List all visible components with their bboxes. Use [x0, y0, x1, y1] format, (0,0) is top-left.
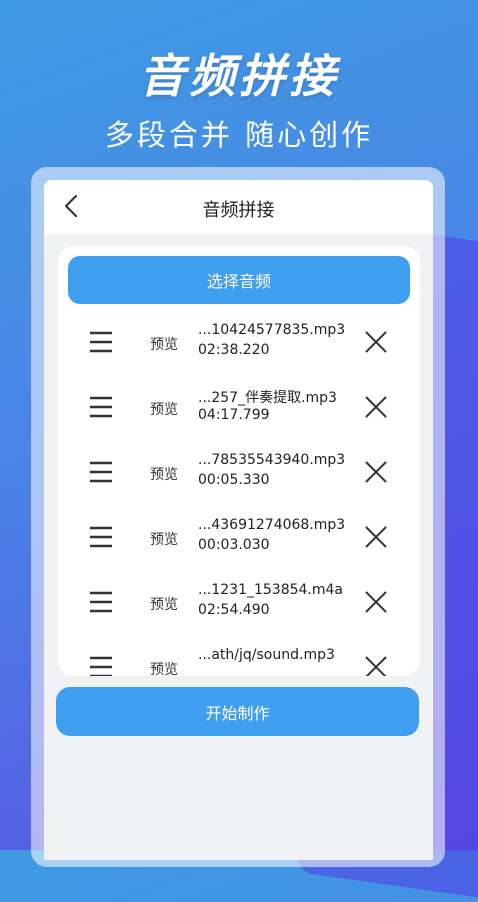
close-icon[interactable]: [364, 330, 388, 354]
top-bar: 音频拼接: [44, 180, 433, 234]
file-name: ...ath/jq/sound.mp3: [198, 647, 335, 663]
file-name: ...257_伴奏提取.mp3: [198, 390, 337, 406]
file-name: ...1231_153854.m4a: [198, 582, 343, 598]
list-item[interactable]: 预览 ...257_伴奏提取.mp3 04:17.799: [58, 381, 420, 446]
file-duration: 02:54.490: [198, 602, 270, 618]
file-duration: 02:38.220: [198, 342, 270, 358]
close-icon[interactable]: [364, 460, 388, 484]
hero-subtitle: 多段合并 随心创作: [104, 118, 374, 152]
drag-handle-icon[interactable]: [88, 525, 114, 549]
close-icon[interactable]: [364, 525, 388, 549]
close-icon[interactable]: [364, 395, 388, 419]
file-name: ...78535543940.mp3: [198, 452, 346, 468]
drag-handle-icon[interactable]: [88, 655, 114, 676]
preview-button[interactable]: 预览: [150, 659, 178, 676]
close-icon[interactable]: [364, 590, 388, 614]
drag-handle-icon[interactable]: [88, 395, 114, 419]
drag-handle-icon[interactable]: [88, 330, 114, 354]
back-button[interactable]: [58, 192, 86, 220]
drag-handle-icon[interactable]: [88, 460, 114, 484]
audio-list-card: 选择音频 预览 ...10424577835.mp3 02:38.220 预览 …: [58, 246, 420, 676]
preview-button[interactable]: 预览: [150, 399, 178, 419]
list-item[interactable]: 预览 ...78535543940.mp3 00:05.330: [58, 446, 420, 511]
list-item[interactable]: 预览 ...ath/jq/sound.mp3: [58, 641, 420, 676]
hero-title: 音频拼接: [139, 49, 339, 103]
start-button[interactable]: 开始制作: [56, 687, 419, 736]
preview-button[interactable]: 预览: [150, 334, 178, 354]
list-item[interactable]: 预览 ...1231_153854.m4a 02:54.490: [58, 576, 420, 641]
list-item[interactable]: 预览 ...10424577835.mp3 02:38.220: [58, 316, 420, 381]
file-duration: 00:03.030: [198, 537, 270, 553]
audio-list[interactable]: 预览 ...10424577835.mp3 02:38.220 预览 ...25…: [58, 316, 420, 676]
preview-button[interactable]: 预览: [150, 594, 178, 614]
chevron-left-icon: [64, 194, 78, 218]
file-duration: 04:17.799: [198, 407, 270, 423]
drag-handle-icon[interactable]: [88, 590, 114, 614]
page-title: 音频拼接: [202, 200, 275, 221]
phone-screen: 音频拼接 选择音频 预览 ...10424577835.mp3 02:38.22…: [44, 180, 433, 860]
list-item[interactable]: 预览 ...43691274068.mp3 00:03.030: [58, 511, 420, 576]
file-duration: 00:05.330: [198, 472, 270, 488]
preview-button[interactable]: 预览: [150, 464, 178, 484]
file-name: ...10424577835.mp3: [198, 322, 346, 338]
close-icon[interactable]: [364, 655, 388, 676]
file-name: ...43691274068.mp3: [198, 517, 346, 533]
select-audio-button[interactable]: 选择音频: [68, 256, 410, 304]
preview-button[interactable]: 预览: [150, 529, 178, 549]
